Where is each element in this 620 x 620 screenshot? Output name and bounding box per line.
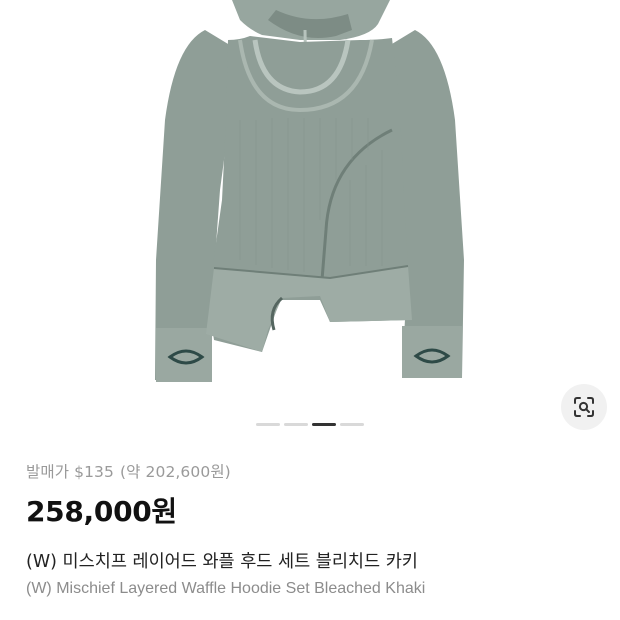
product-price: 258,000원: [26, 495, 177, 528]
image-search-icon: [574, 397, 594, 417]
retail-price-usd: $135: [74, 463, 114, 481]
carousel-dot[interactable]: [340, 423, 364, 426]
carousel-dot[interactable]: [256, 423, 280, 426]
product-title-en: (W) Mischief Layered Waffle Hoodie Set B…: [26, 580, 426, 597]
carousel-dot[interactable]: [312, 423, 336, 426]
retail-price: 발매가 $135 (약 202,600원): [26, 460, 600, 482]
image-search-button[interactable]: [561, 384, 607, 430]
hoodie-illustration: [155, 0, 464, 382]
product-image[interactable]: [0, 0, 620, 410]
product-title-ko: (W) 미스치프 레이어드 와플 후드 세트 블리치드 카키: [26, 552, 418, 572]
retail-label: 발매가: [26, 463, 70, 481]
retail-price-krw: (약 202,600원): [119, 463, 231, 481]
product-info: 발매가 $135 (약 202,600원) 258,000원 (W) 미스치프 레…: [26, 460, 600, 598]
carousel-dot[interactable]: [284, 423, 308, 426]
carousel-indicator[interactable]: [0, 423, 620, 426]
